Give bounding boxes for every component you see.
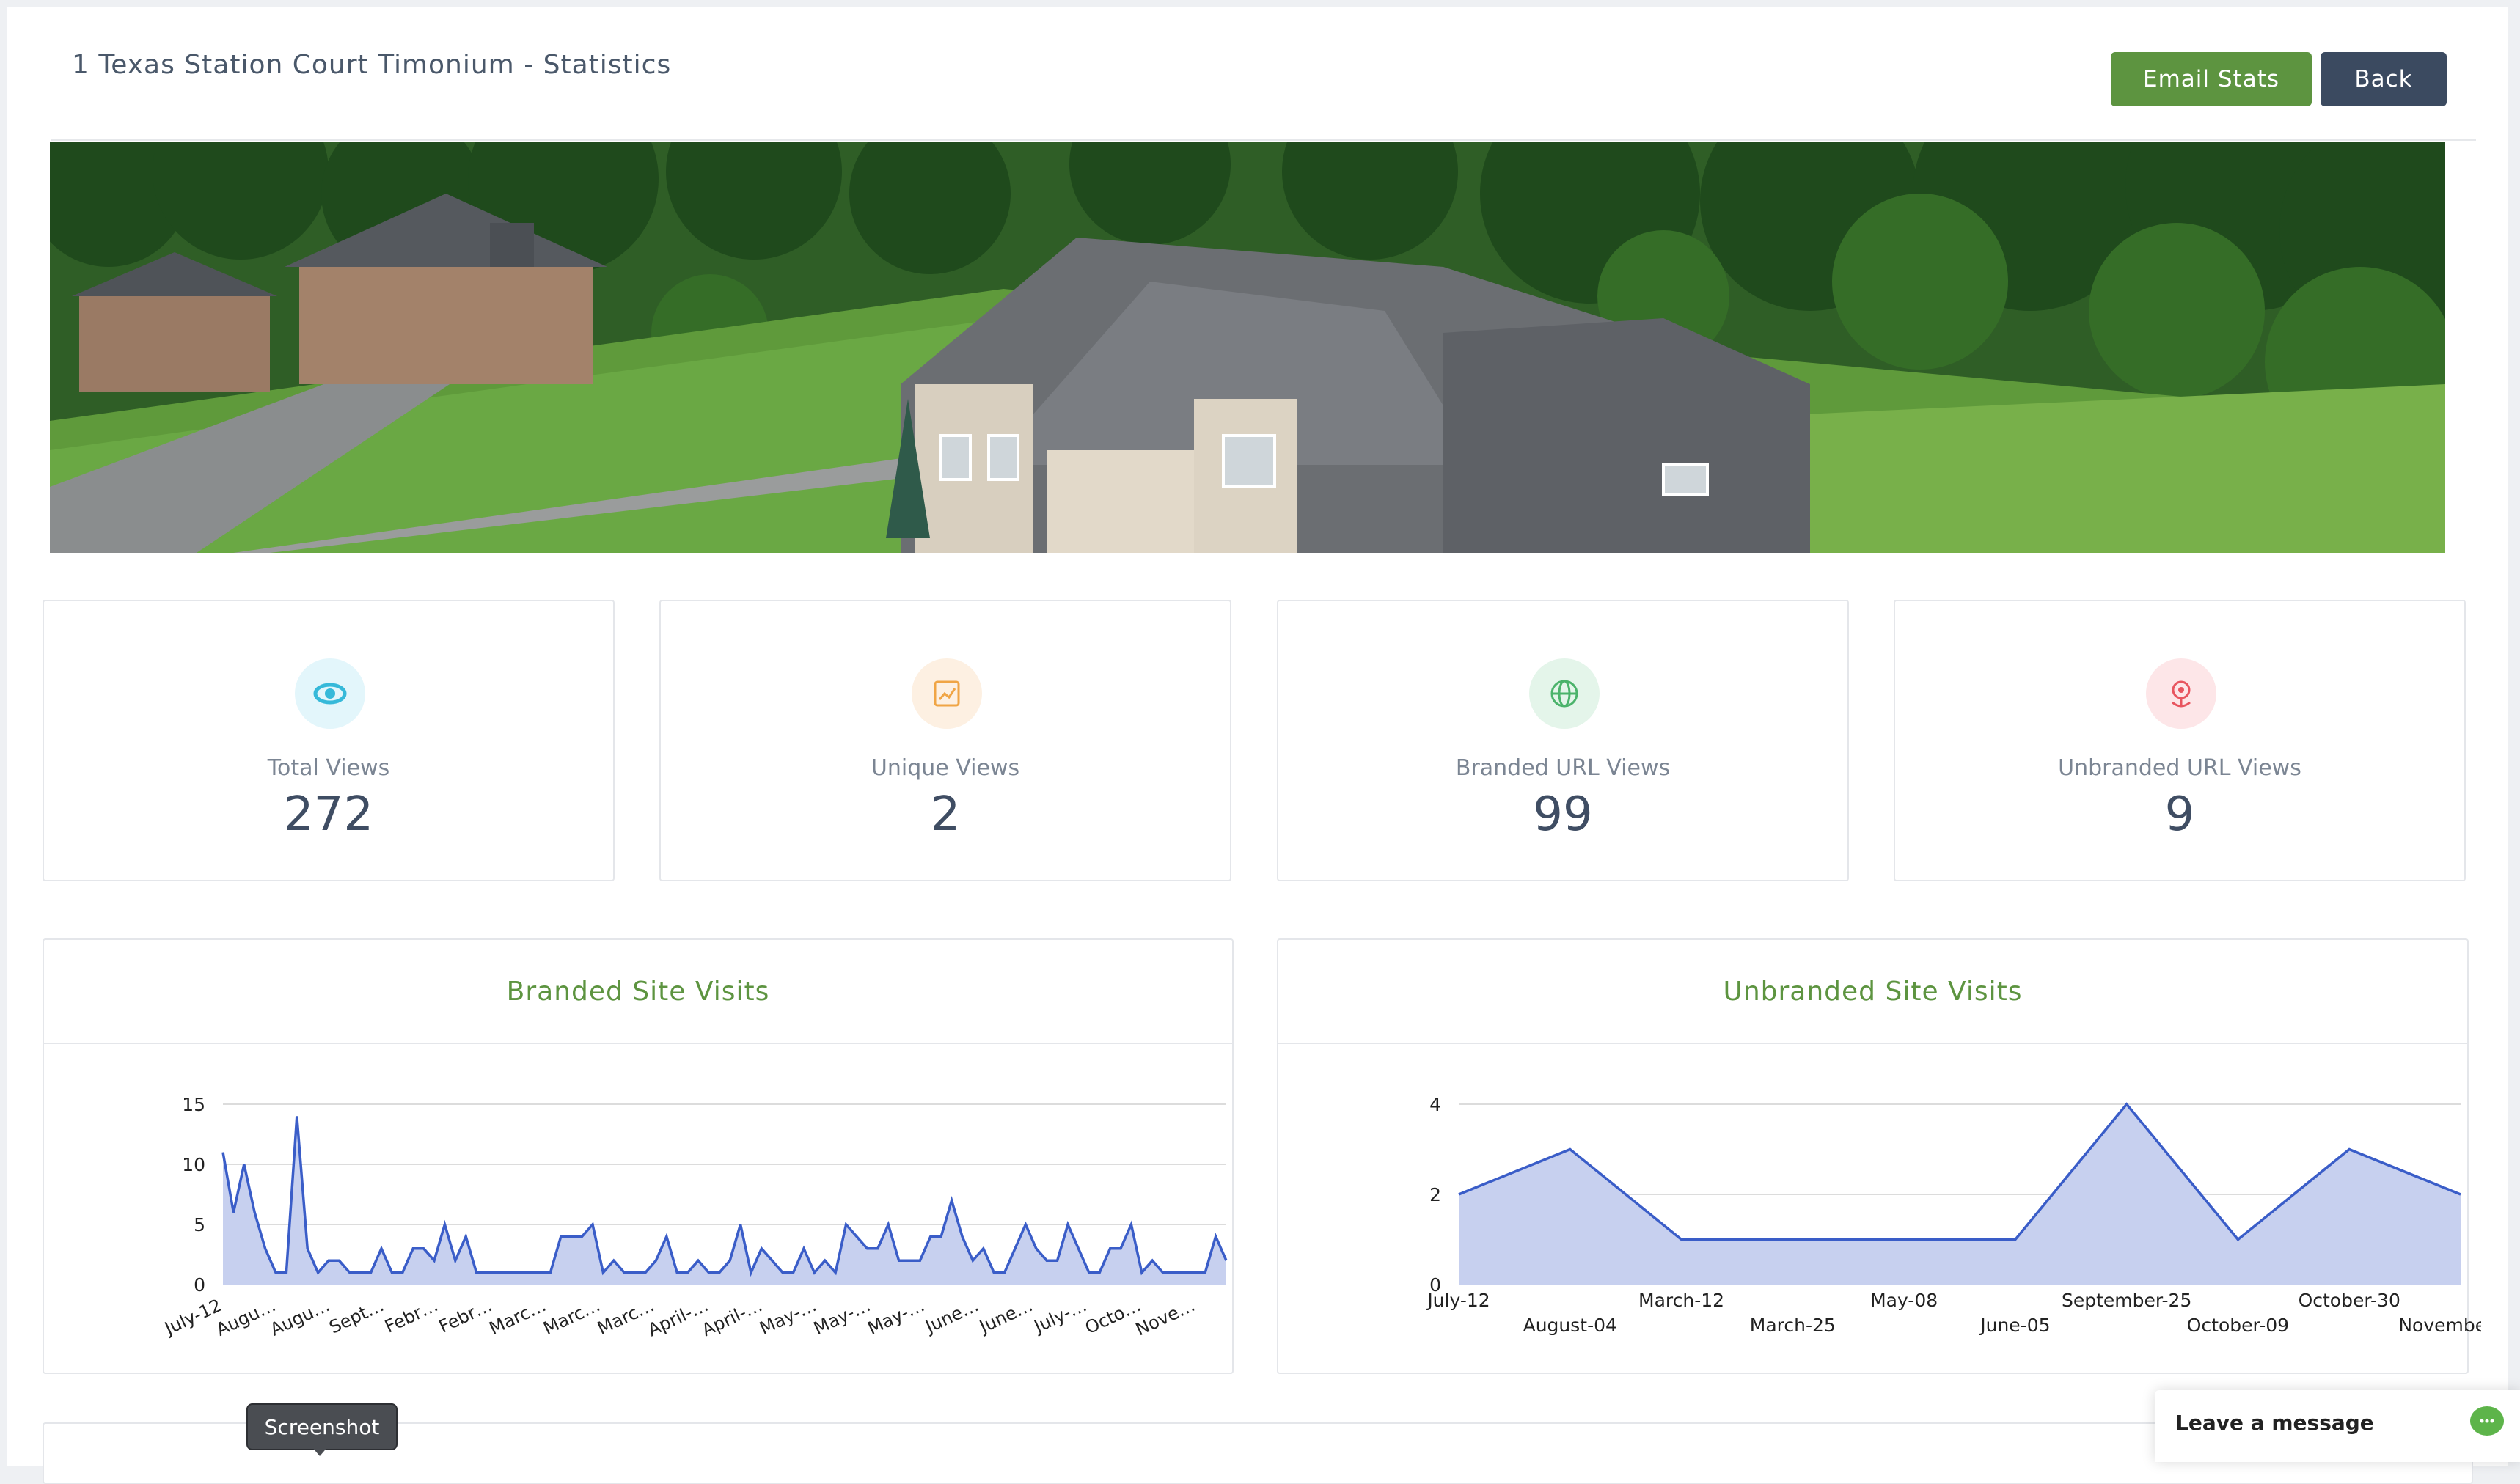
y-tick-label: 0 bbox=[194, 1274, 205, 1296]
stat-value: 9 bbox=[1895, 787, 2464, 842]
x-tick-label: Marc… bbox=[594, 1295, 657, 1339]
x-tick-label: Marc… bbox=[486, 1295, 549, 1339]
x-tick-label: August-04 bbox=[1523, 1315, 1617, 1336]
stat-card-unique-views: Unique Views 2 bbox=[659, 600, 1231, 881]
stat-card-branded-url-views: Branded URL Views 99 bbox=[1277, 600, 1849, 881]
unbranded-visits-chart: 024July-12August-04March-12March-25May-0… bbox=[1278, 1043, 2481, 1373]
stat-label: Unbranded URL Views bbox=[1895, 755, 2464, 781]
screenshot-tooltip: Screenshot bbox=[246, 1403, 398, 1450]
chart-icon bbox=[912, 658, 982, 729]
globe-icon bbox=[1529, 658, 1600, 729]
unbranded-chart-title: Unbranded Site Visits bbox=[1278, 940, 2467, 1044]
tooltip-arrow bbox=[311, 1446, 329, 1456]
stat-value: 2 bbox=[661, 787, 1230, 842]
x-tick-label: July-12 bbox=[161, 1295, 225, 1340]
branded-visits-chart: 051015July-12Augu…Augu…Sept…Febr…Febr…Ma… bbox=[44, 1043, 1232, 1373]
x-tick-label: June… bbox=[975, 1295, 1036, 1337]
x-tick-label: April-… bbox=[699, 1295, 766, 1340]
location-icon bbox=[2146, 658, 2216, 729]
email-stats-button[interactable]: Email Stats bbox=[2111, 52, 2312, 106]
stat-label: Total Views bbox=[44, 755, 613, 781]
y-tick-label: 15 bbox=[182, 1094, 205, 1115]
x-tick-label: July-12 bbox=[1426, 1290, 1490, 1311]
y-tick-label: 2 bbox=[1429, 1184, 1441, 1205]
header-divider bbox=[51, 139, 2476, 141]
unbranded-site-visits-panel: Unbranded Site Visits 024July-12August-0… bbox=[1277, 938, 2469, 1374]
x-tick-label: May-… bbox=[756, 1295, 819, 1339]
y-tick-label: 10 bbox=[182, 1154, 205, 1175]
x-tick-label: June… bbox=[921, 1295, 982, 1337]
property-hero-image bbox=[50, 142, 2445, 553]
back-button[interactable]: Back bbox=[2321, 52, 2447, 106]
stat-value: 272 bbox=[44, 787, 613, 842]
x-tick-label: March-25 bbox=[1750, 1315, 1836, 1336]
stat-card-unbranded-url-views: Unbranded URL Views 9 bbox=[1894, 600, 2466, 881]
chat-widget[interactable]: Leave a message bbox=[2155, 1390, 2520, 1462]
stat-value: 99 bbox=[1278, 787, 1847, 842]
y-tick-label: 4 bbox=[1429, 1094, 1441, 1115]
x-tick-label: July-… bbox=[1030, 1295, 1090, 1337]
x-tick-label: Sept… bbox=[326, 1295, 387, 1338]
page-title: 1 Texas Station Court Timonium - Statist… bbox=[72, 50, 671, 80]
x-tick-label: May-08 bbox=[1870, 1290, 1938, 1311]
x-tick-label: September-25 bbox=[2062, 1290, 2191, 1311]
next-section-card bbox=[43, 1422, 2473, 1484]
x-tick-label: April-… bbox=[645, 1295, 711, 1340]
x-tick-label: Augu… bbox=[267, 1295, 333, 1340]
x-tick-label: Marc… bbox=[540, 1295, 603, 1339]
x-tick-label: October-30 bbox=[2299, 1290, 2400, 1311]
branded-site-visits-panel: Branded Site Visits 051015July-12Augu…Au… bbox=[43, 938, 1234, 1374]
x-tick-label: Febr… bbox=[381, 1295, 441, 1337]
stat-label: Unique Views bbox=[661, 755, 1230, 781]
x-tick-label: March-12 bbox=[1638, 1290, 1724, 1311]
x-tick-label: June-05 bbox=[1979, 1315, 2050, 1336]
chat-bubble-icon[interactable] bbox=[2470, 1406, 2504, 1436]
x-tick-label: October-09 bbox=[2187, 1315, 2289, 1336]
x-tick-label: Octo… bbox=[1082, 1295, 1144, 1338]
x-tick-label: May-… bbox=[810, 1295, 873, 1339]
x-tick-label: Nove… bbox=[1132, 1295, 1198, 1340]
stat-label: Branded URL Views bbox=[1278, 755, 1847, 781]
x-tick-label: Augu… bbox=[213, 1295, 279, 1340]
stat-card-total-views: Total Views 272 bbox=[43, 600, 615, 881]
eye-icon bbox=[295, 658, 365, 729]
x-tick-label: May-… bbox=[865, 1295, 928, 1339]
x-tick-label: November-14 bbox=[2398, 1315, 2481, 1336]
branded-chart-title: Branded Site Visits bbox=[44, 940, 1232, 1044]
chat-label[interactable]: Leave a message bbox=[2175, 1411, 2374, 1435]
x-tick-label: Febr… bbox=[436, 1295, 495, 1337]
series-area bbox=[223, 1116, 1226, 1285]
y-tick-label: 5 bbox=[194, 1214, 205, 1235]
